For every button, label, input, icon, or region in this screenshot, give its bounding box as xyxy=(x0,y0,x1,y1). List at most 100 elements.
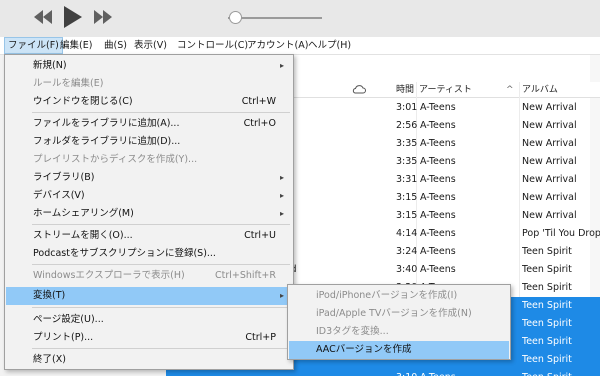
menu-item-close-window[interactable]: ウインドウを閉じる(C) Ctrl+W xyxy=(6,93,292,111)
menu-item-label: ID3タグを変換... xyxy=(316,326,389,337)
cell-time: 3:31 xyxy=(396,174,418,185)
cell-album: Teen Spirit xyxy=(522,300,572,311)
cell-time: 3:24 xyxy=(396,246,418,257)
cell-album: New Arrival xyxy=(522,174,577,185)
menubar: ファイル(F) 編集(E) 曲(S) 表示(V) コントロール(C) アカウント… xyxy=(0,37,600,55)
menu-item-label: プレイリストからディスクを作成(Y)... xyxy=(33,154,198,165)
cell-time: 4:14 xyxy=(396,228,418,239)
menu-item-convert[interactable]: 変換(T) ▸ xyxy=(6,287,292,305)
table-row[interactable]: 3:10A-Teens Teen Spirit xyxy=(166,369,600,376)
menu-separator xyxy=(32,348,290,349)
chevron-right-icon: ▸ xyxy=(279,173,284,182)
cell-album: Teen Spirit xyxy=(522,246,572,257)
menu-item-label: ページ設定(U)... xyxy=(33,314,104,325)
previous-track-icon[interactable] xyxy=(34,10,52,27)
column-header-album[interactable]: アルバム xyxy=(522,82,558,98)
menu-item-subscribe-podcast[interactable]: Podcastをサブスクリプションに登録(S)... xyxy=(6,245,292,263)
menu-item-label: iPad/Apple TVバージョンを作成(N) xyxy=(316,308,472,319)
menu-item-shortcut: Ctrl+O xyxy=(243,118,276,129)
menu-view[interactable]: 表示(V) xyxy=(131,37,170,54)
menu-item-shortcut: Ctrl+W xyxy=(241,96,276,107)
cell-time: 3:01 xyxy=(396,102,418,113)
cell-artist: A-Teens xyxy=(420,228,456,239)
menu-item-edit-rules[interactable]: ルールを編集(E) xyxy=(6,75,292,93)
sort-indicator-icon: ^ xyxy=(506,85,514,95)
menu-item-add-folder[interactable]: フォルダをライブラリに追加(D)... xyxy=(6,133,292,151)
menu-item-shortcut: Ctrl+U xyxy=(244,230,276,241)
cell-album: Teen Spirit xyxy=(522,264,572,275)
menu-item-open-stream[interactable]: ストリームを開く(O)... Ctrl+U xyxy=(6,227,292,245)
cell-album: Pop 'Til You Drop xyxy=(522,228,600,239)
file-menu: 新規(N) ▸ ルールを編集(E) ウインドウを閉じる(C) Ctrl+W ファ… xyxy=(4,54,294,370)
chevron-right-icon: ▸ xyxy=(279,61,284,70)
cell-time: 3:35 xyxy=(396,156,418,167)
chevron-right-icon: ▸ xyxy=(279,291,284,300)
menu-item-new[interactable]: 新規(N) ▸ xyxy=(6,57,292,75)
menu-item-label: ホームシェアリング(M) xyxy=(33,208,134,219)
cell-album: New Arrival xyxy=(522,210,577,221)
menu-item-add-file[interactable]: ファイルをライブラリに追加(A)... Ctrl+O xyxy=(6,115,292,133)
cell-album: New Arrival xyxy=(522,156,577,167)
convert-submenu: iPod/iPhoneバージョンを作成(I) iPad/Apple TVバージョ… xyxy=(287,284,511,360)
cell-album: Teen Spirit xyxy=(522,282,572,293)
menu-item-label: ルールを編集(E) xyxy=(33,78,104,89)
menu-item-label: AACバージョンを作成 xyxy=(316,344,412,355)
cell-album: New Arrival xyxy=(522,192,577,203)
volume-slider-track[interactable] xyxy=(228,17,322,19)
cell-time: 3:15 xyxy=(396,192,418,203)
cell-artist: A-Teens xyxy=(420,156,456,167)
menu-item-label: ウインドウを閉じる(C) xyxy=(33,96,133,107)
cell-time: 3:35 xyxy=(396,138,418,149)
player-toolbar xyxy=(0,0,600,37)
next-track-icon[interactable] xyxy=(94,10,112,27)
submenu-item-create-ipod-version[interactable]: iPod/iPhoneバージョンを作成(I) xyxy=(289,287,509,305)
column-header-time[interactable]: 時間 xyxy=(396,82,414,98)
column-header-artist[interactable]: アーティスト xyxy=(419,82,472,98)
menu-item-label: フォルダをライブラリに追加(D)... xyxy=(33,136,181,147)
chevron-right-icon: ▸ xyxy=(279,209,284,218)
volume-slider-knob[interactable] xyxy=(229,11,242,24)
menu-item-label: プリント(P)... xyxy=(33,332,94,343)
submenu-item-create-aac-version[interactable]: AACバージョンを作成 xyxy=(289,341,509,359)
menu-item-page-setup[interactable]: ページ設定(U)... xyxy=(6,311,292,329)
menu-item-show-in-explorer[interactable]: Windowsエクスプローラで表示(H) Ctrl+Shift+R xyxy=(6,267,292,285)
menu-separator xyxy=(32,112,290,113)
menu-item-exit[interactable]: 終了(X) xyxy=(6,351,292,369)
menu-item-devices[interactable]: デバイス(V) ▸ xyxy=(6,187,292,205)
cell-artist: A-Teens xyxy=(420,102,456,113)
menu-file[interactable]: ファイル(F) xyxy=(4,37,63,54)
menu-item-label: ファイルをライブラリに追加(A)... xyxy=(33,118,180,129)
menu-item-burn-disc[interactable]: プレイリストからディスクを作成(Y)... xyxy=(6,151,292,169)
menu-item-label: 終了(X) xyxy=(33,354,66,365)
cell-album: New Arrival xyxy=(522,120,577,131)
menu-controls[interactable]: コントロール(C) xyxy=(174,37,251,54)
menu-item-label: Windowsエクスプローラで表示(H) xyxy=(33,270,185,281)
cell-time: 3:10 xyxy=(396,369,417,376)
menu-item-library[interactable]: ライブラリ(B) ▸ xyxy=(6,169,292,187)
menu-item-label: 新規(N) xyxy=(33,60,67,71)
menu-edit[interactable]: 編集(E) xyxy=(57,37,95,54)
menu-item-print[interactable]: プリント(P)... Ctrl+P xyxy=(6,329,292,347)
menu-item-label: ライブラリ(B) xyxy=(33,172,95,183)
submenu-item-convert-id3-tags[interactable]: ID3タグを変換... xyxy=(289,323,509,341)
cell-album: New Arrival xyxy=(522,138,577,149)
menu-help[interactable]: ヘルプ(H) xyxy=(305,37,354,54)
cell-album: Teen Spirit xyxy=(522,336,572,347)
menu-separator xyxy=(32,264,290,265)
submenu-item-create-ipad-version[interactable]: iPad/Apple TVバージョンを作成(N) xyxy=(289,305,509,323)
cloud-icon xyxy=(352,84,366,97)
cell-artist: A-Teens xyxy=(420,210,456,221)
cell-artist: A-Teens xyxy=(420,192,456,203)
play-icon[interactable] xyxy=(64,6,82,31)
menu-song[interactable]: 曲(S) xyxy=(101,37,130,54)
menu-item-label: Podcastをサブスクリプションに登録(S)... xyxy=(33,248,216,259)
menu-account[interactable]: アカウント(A) xyxy=(244,37,311,54)
menu-item-shortcut: Ctrl+P xyxy=(245,332,276,343)
cell-album: New Arrival xyxy=(522,102,577,113)
cell-artist: A-Teens xyxy=(420,138,456,149)
cell-artist: A-Teens xyxy=(420,246,456,257)
cell-time: 3:15 xyxy=(396,210,418,221)
menu-item-home-sharing[interactable]: ホームシェアリング(M) ▸ xyxy=(6,205,292,223)
cell-album: Teen Spirit xyxy=(522,318,572,329)
cell-time: 3:40 xyxy=(396,264,418,275)
